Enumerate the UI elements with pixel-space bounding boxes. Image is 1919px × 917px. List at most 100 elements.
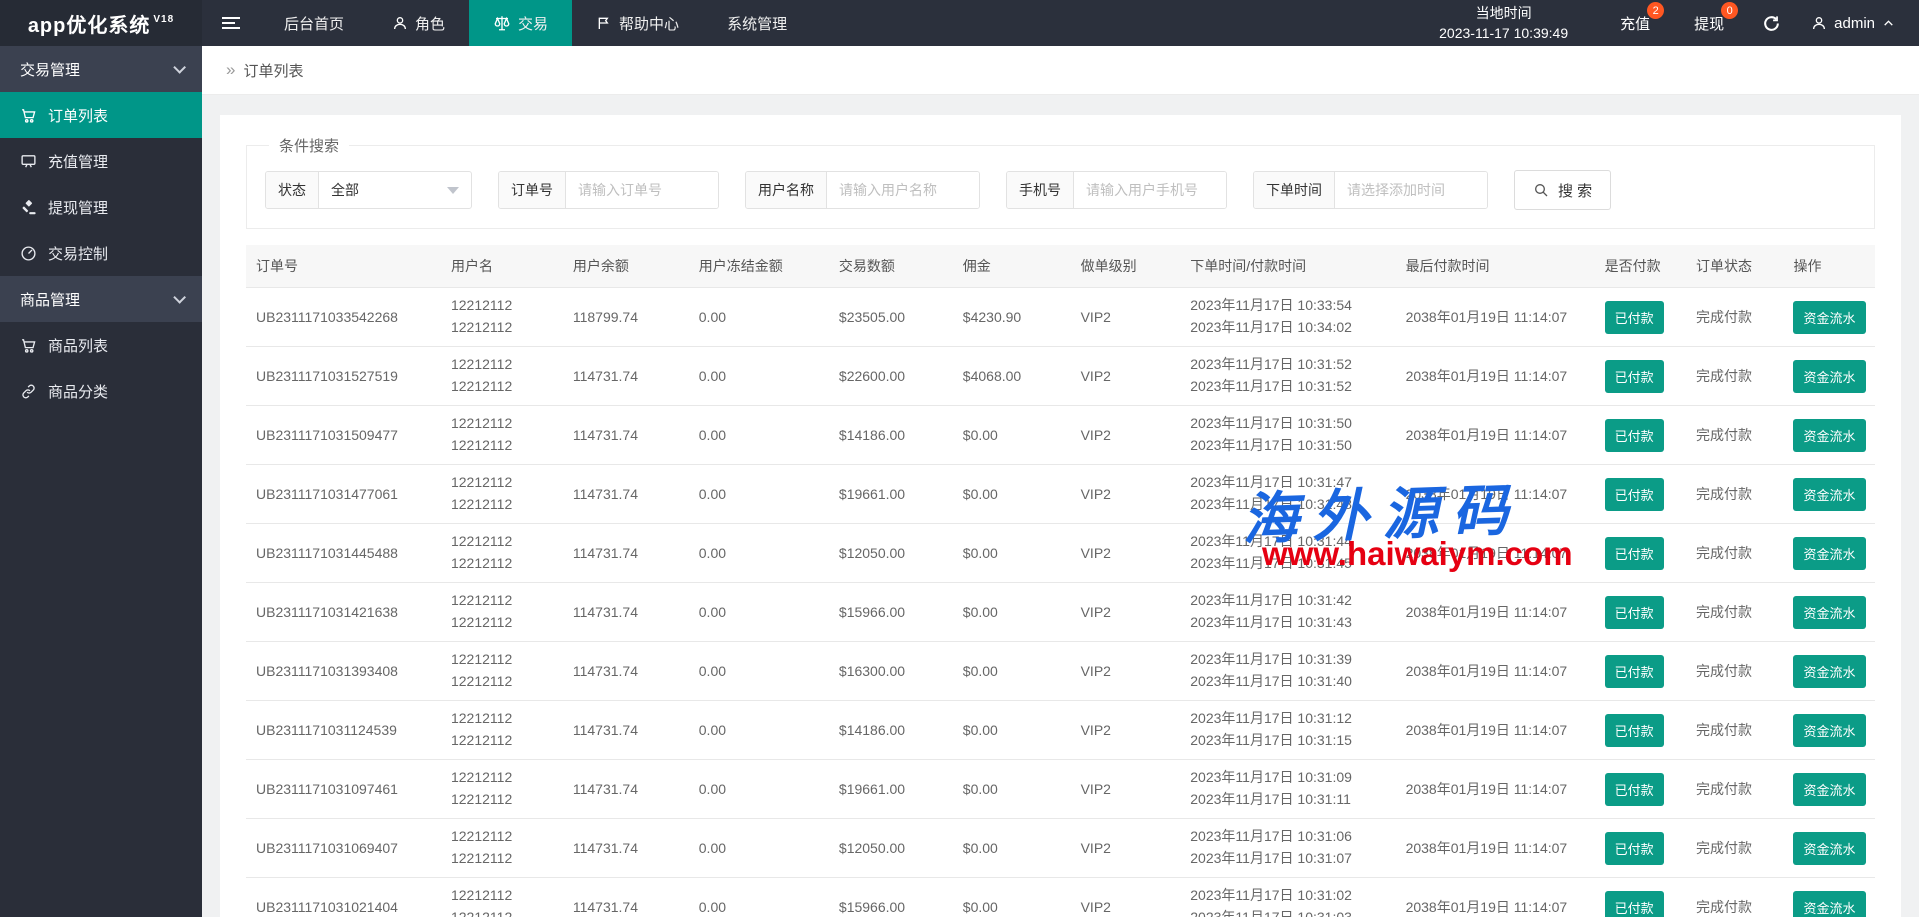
- fund-flow-button[interactable]: 资金流水: [1793, 419, 1865, 452]
- paid-badge-button[interactable]: 已付款: [1605, 832, 1664, 865]
- cell-actions: 资金流水: [1783, 583, 1875, 642]
- table-header-row: 订单号 用户名 用户余额 用户冻结金额 交易数额 佣金 做单级别 下单时间/付款…: [246, 245, 1875, 288]
- nav-trade[interactable]: 交易: [469, 0, 572, 46]
- fund-flow-button[interactable]: 资金流水: [1793, 832, 1865, 865]
- cell-order-time: 2023年11月17日 10:33:54 2023年11月17日 10:34:0…: [1180, 288, 1395, 347]
- paid-badge-button[interactable]: 已付款: [1605, 478, 1664, 511]
- fund-flow-button[interactable]: 资金流水: [1793, 301, 1865, 334]
- table-row: UB2311171031069407 12212112 12212112 114…: [246, 819, 1875, 878]
- cell-balance: 114731.74: [563, 760, 689, 819]
- chevron-down-icon: [173, 291, 186, 304]
- username: admin: [1834, 15, 1875, 32]
- cell-status: 完成付款: [1686, 583, 1783, 642]
- cell-commission: $0.00: [953, 524, 1071, 583]
- col-order-no: 订单号: [246, 245, 441, 288]
- cell-level: VIP2: [1071, 701, 1181, 760]
- refresh-icon: [1762, 14, 1781, 33]
- table-row: UB2311171031421638 12212112 12212112 114…: [246, 583, 1875, 642]
- cell-paid: 已付款: [1595, 701, 1686, 760]
- fund-flow-button[interactable]: 资金流水: [1793, 537, 1865, 570]
- cell-username: 12212112 12212112: [441, 524, 563, 583]
- paid-badge-button[interactable]: 已付款: [1605, 773, 1664, 806]
- fund-flow-button[interactable]: 资金流水: [1793, 596, 1865, 629]
- cell-last-pay-time: 2038年01月19日 11:14:07: [1396, 642, 1595, 701]
- paid-badge-button[interactable]: 已付款: [1605, 596, 1664, 629]
- withdraw-button[interactable]: 提现 0: [1672, 0, 1746, 46]
- cell-username: 12212112 12212112: [441, 878, 563, 917]
- cell-order-no: UB2311171031509477: [246, 406, 441, 465]
- username-filter: 用户名称: [745, 171, 980, 209]
- recharge-button[interactable]: 充值 2: [1598, 0, 1672, 46]
- cell-balance: 114731.74: [563, 406, 689, 465]
- cell-status: 完成付款: [1686, 878, 1783, 917]
- nav-roles[interactable]: 角色: [368, 0, 469, 46]
- search-button[interactable]: 搜 索: [1514, 170, 1611, 210]
- user-icon: [1811, 15, 1827, 31]
- breadcrumb: » 订单列表: [202, 46, 1919, 95]
- order-time-input[interactable]: [1335, 172, 1487, 208]
- fund-flow-button[interactable]: 资金流水: [1793, 478, 1865, 511]
- cell-username: 12212112 12212112: [441, 288, 563, 347]
- cell-order-time: 2023年11月17日 10:31:52 2023年11月17日 10:31:5…: [1180, 347, 1395, 406]
- cell-amount: $14186.00: [829, 406, 953, 465]
- status-select[interactable]: 全部: [319, 172, 471, 208]
- sidebar-section-trade[interactable]: 交易管理: [0, 46, 202, 92]
- cell-amount: $12050.00: [829, 819, 953, 878]
- sidebar-item-product-list[interactable]: 商品列表: [0, 322, 202, 368]
- order-no-input[interactable]: [566, 172, 718, 208]
- scales-icon: [493, 14, 511, 32]
- nav-system[interactable]: 系统管理: [703, 0, 811, 46]
- cell-amount: $15966.00: [829, 583, 953, 642]
- cell-paid: 已付款: [1595, 583, 1686, 642]
- paid-badge-button[interactable]: 已付款: [1605, 655, 1664, 688]
- paid-badge-button[interactable]: 已付款: [1605, 891, 1664, 917]
- cell-level: VIP2: [1071, 347, 1181, 406]
- paid-badge-button[interactable]: 已付款: [1605, 301, 1664, 334]
- nav-help[interactable]: 帮助中心: [572, 0, 703, 46]
- sidebar-item-withdraw-mgmt[interactable]: 提现管理: [0, 184, 202, 230]
- cell-last-pay-time: 2038年01月19日 11:14:07: [1396, 465, 1595, 524]
- col-order-time: 下单时间/付款时间: [1180, 245, 1395, 288]
- sidebar-section-product[interactable]: 商品管理: [0, 276, 202, 322]
- paid-badge-button[interactable]: 已付款: [1605, 419, 1664, 452]
- user-menu[interactable]: admin: [1797, 0, 1919, 46]
- cell-level: VIP2: [1071, 583, 1181, 642]
- cell-commission: $0.00: [953, 642, 1071, 701]
- fund-flow-button[interactable]: 资金流水: [1793, 773, 1865, 806]
- cart-icon: [20, 107, 37, 124]
- order-list-card: 条件搜索 状态 全部 订单号: [220, 115, 1901, 917]
- menu-toggle-button[interactable]: [202, 0, 260, 46]
- cell-last-pay-time: 2038年01月19日 11:14:07: [1396, 524, 1595, 583]
- fund-flow-button[interactable]: 资金流水: [1793, 360, 1865, 393]
- user-icon: [392, 15, 408, 31]
- cell-commission: $0.00: [953, 465, 1071, 524]
- cell-balance: 114731.74: [563, 819, 689, 878]
- cell-order-time: 2023年11月17日 10:31:39 2023年11月17日 10:31:4…: [1180, 642, 1395, 701]
- cell-level: VIP2: [1071, 465, 1181, 524]
- cell-paid: 已付款: [1595, 878, 1686, 917]
- cell-amount: $19661.00: [829, 465, 953, 524]
- fund-flow-button[interactable]: 资金流水: [1793, 891, 1865, 917]
- cell-paid: 已付款: [1595, 406, 1686, 465]
- search-icon: [1533, 182, 1549, 198]
- sidebar-item-recharge-mgmt[interactable]: 充值管理: [0, 138, 202, 184]
- fund-flow-button[interactable]: 资金流水: [1793, 714, 1865, 747]
- status-filter: 状态 全部: [265, 171, 472, 209]
- cell-amount: $15966.00: [829, 878, 953, 917]
- refresh-button[interactable]: [1746, 0, 1797, 46]
- page-title: 订单列表: [243, 60, 303, 81]
- cell-balance: 114731.74: [563, 642, 689, 701]
- username-input[interactable]: [827, 172, 979, 208]
- phone-input[interactable]: [1074, 172, 1226, 208]
- cell-order-no: UB2311171031021404: [246, 878, 441, 917]
- fund-flow-button[interactable]: 资金流水: [1793, 655, 1865, 688]
- app-title: app优化系统: [28, 9, 151, 38]
- paid-badge-button[interactable]: 已付款: [1605, 360, 1664, 393]
- cell-last-pay-time: 2038年01月19日 11:14:07: [1396, 760, 1595, 819]
- sidebar-item-order-list[interactable]: 订单列表: [0, 92, 202, 138]
- sidebar-item-trade-control[interactable]: 交易控制: [0, 230, 202, 276]
- paid-badge-button[interactable]: 已付款: [1605, 537, 1664, 570]
- nav-dashboard[interactable]: 后台首页: [260, 0, 368, 46]
- paid-badge-button[interactable]: 已付款: [1605, 714, 1664, 747]
- sidebar-item-product-category[interactable]: 商品分类: [0, 368, 202, 414]
